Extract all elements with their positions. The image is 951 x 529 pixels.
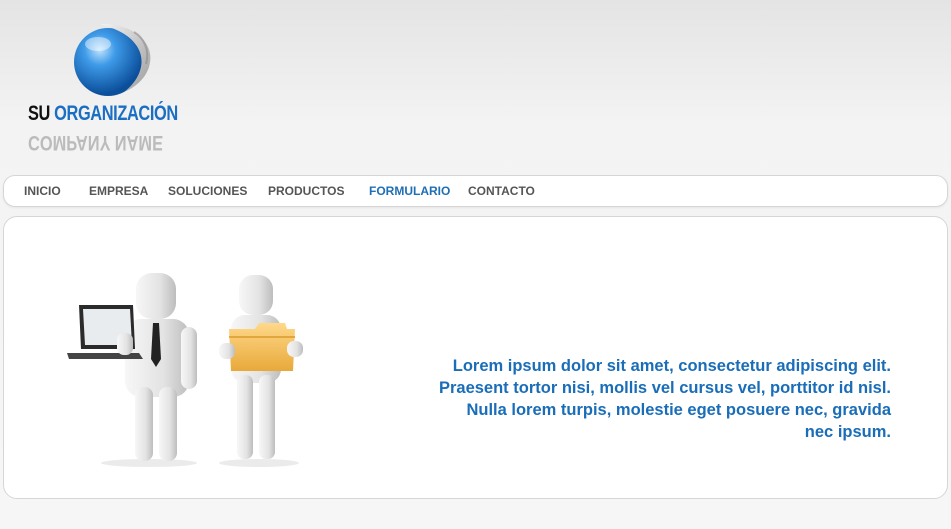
nav-item-productos[interactable]: PRODUCTOS — [268, 184, 344, 198]
business-people-illustration — [67, 273, 303, 467]
logo-word-organizacion: ORGANIZACIÓN — [54, 102, 178, 125]
site-logo[interactable]: SU ORGANIZACIÓN COMPANY NAME — [28, 18, 198, 168]
globe-logo-icon — [74, 23, 151, 96]
logo-word-su: SU — [28, 102, 50, 125]
nav-item-formulario[interactable]: FORMULARIO — [369, 184, 450, 198]
hero-description: Lorem ipsum dolor sit amet, consectetur … — [438, 357, 891, 441]
hero-panel: Lorem ipsum dolor sit amet, consectetur … — [3, 216, 948, 499]
nav-item-inicio[interactable]: INICIO — [24, 184, 61, 198]
logo-wordmark: SU ORGANIZACIÓN — [28, 102, 178, 126]
nav-item-contacto[interactable]: CONTACTO — [468, 184, 535, 198]
nav-item-soluciones[interactable]: SOLUCIONES — [168, 184, 247, 198]
main-navigation: INICIO EMPRESA SOLUCIONES PRODUCTOS FORM… — [3, 175, 948, 207]
nav-item-empresa[interactable]: EMPRESA — [89, 184, 148, 198]
logo-reflection: COMPANY NAME — [28, 131, 164, 154]
